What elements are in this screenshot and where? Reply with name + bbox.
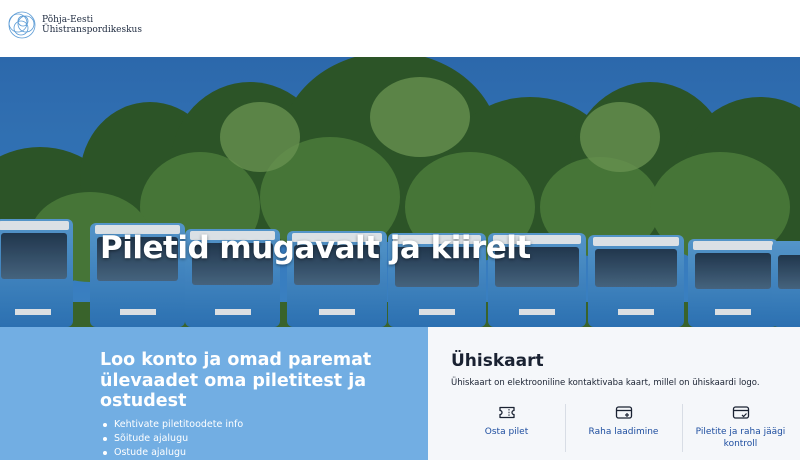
account-promo-panel: Loo konto ja omad paremat ülevaadet oma …	[0, 327, 428, 460]
site-header: Põhja-Eesti Ühistranspordikeskus	[0, 0, 800, 57]
card-title: Ühiskaart	[451, 351, 544, 371]
card-actions: Osta pilet Raha laadimine Piletite ja ra…	[448, 404, 800, 460]
ticket-icon	[498, 406, 515, 419]
top-up-label: Raha laadimine	[588, 427, 659, 437]
site-logo[interactable]: Põhja-Eesti Ühistranspordikeskus	[6, 10, 142, 40]
card-description: Ühiskaart on elektrooniline kontaktivaba…	[451, 378, 760, 388]
hero-banner: Piletid mugavalt ja kiirelt	[0, 57, 800, 327]
buy-ticket-label: Osta pilet	[484, 427, 529, 437]
card-plus-icon	[615, 406, 632, 419]
balance-check-button[interactable]: Piletite ja raha jäägi kontroll	[682, 404, 799, 460]
top-up-button[interactable]: Raha laadimine	[565, 404, 682, 460]
hero-background-image	[0, 57, 800, 327]
buy-ticket-button[interactable]: Osta pilet	[448, 404, 565, 460]
concentric-circles-logo-icon	[8, 11, 36, 39]
promo-benefits-list: Kehtivate piletitoodete info Sõitude aja…	[102, 418, 243, 460]
promo-title: Loo konto ja omad paremat ülevaadet oma …	[100, 350, 372, 411]
balance-check-label: Piletite ja raha jäägi kontroll	[695, 427, 786, 449]
uhiskaart-panel: Ühiskaart Ühiskaart on elektrooniline ko…	[428, 327, 800, 460]
logo-text: Põhja-Eesti Ühistranspordikeskus	[42, 15, 142, 35]
logo-line-1: Põhja-Eesti	[42, 15, 94, 25]
list-item: Kehtivate piletitoodete info	[102, 418, 243, 432]
logo-line-2: Ühistranspordikeskus	[42, 25, 142, 35]
hero-title: Piletid mugavalt ja kiirelt	[100, 230, 531, 266]
card-check-icon	[732, 406, 749, 419]
list-item: Ostude ajalugu	[102, 446, 243, 460]
list-item: Sõitude ajalugu	[102, 432, 243, 446]
